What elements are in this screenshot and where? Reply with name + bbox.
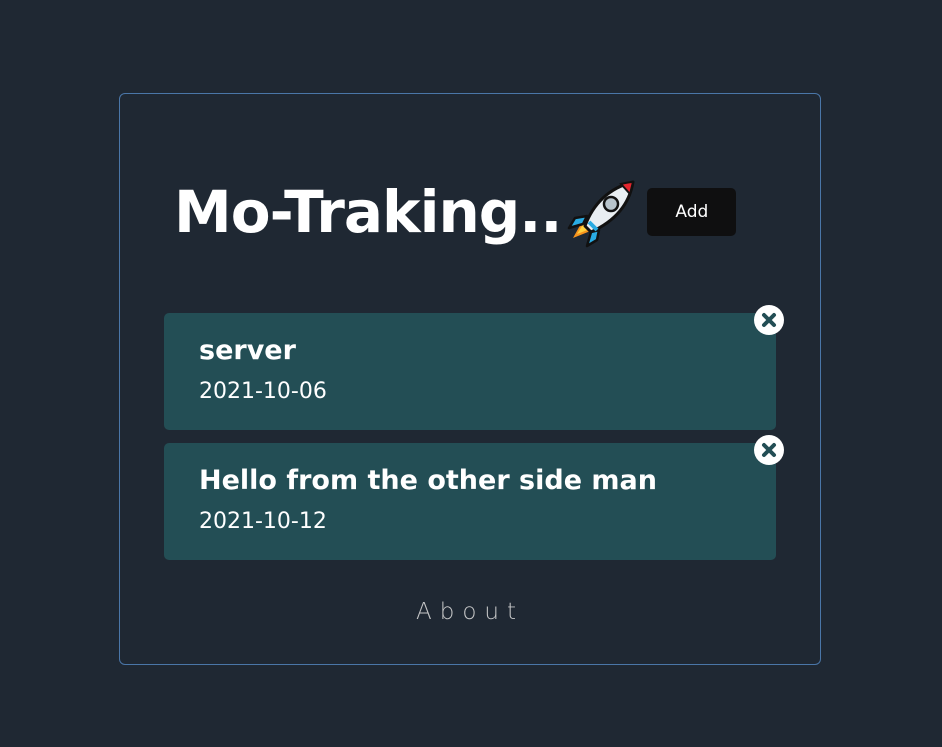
- task-title: Hello from the other side man: [199, 465, 657, 496]
- rocket-icon: [568, 180, 635, 248]
- app-title: Mo-Traking..: [174, 178, 562, 246]
- delete-task-button[interactable]: [754, 435, 784, 465]
- close-circle-icon: [755, 306, 783, 334]
- task-item[interactable]: server 2021-10-06: [164, 305, 784, 430]
- about-link[interactable]: About: [120, 599, 820, 625]
- task-date: 2021-10-12: [199, 509, 327, 534]
- header: Mo-Traking.. Add: [174, 172, 774, 252]
- close-circle-icon: [755, 436, 783, 464]
- tracker-card: Mo-Traking.. Add server 2021-10-06 Hello…: [119, 93, 821, 665]
- task-date: 2021-10-06: [199, 379, 327, 404]
- delete-task-button[interactable]: [754, 305, 784, 335]
- add-button[interactable]: Add: [647, 188, 737, 236]
- task-item[interactable]: Hello from the other side man 2021-10-12: [164, 435, 784, 560]
- task-title: server: [199, 335, 296, 366]
